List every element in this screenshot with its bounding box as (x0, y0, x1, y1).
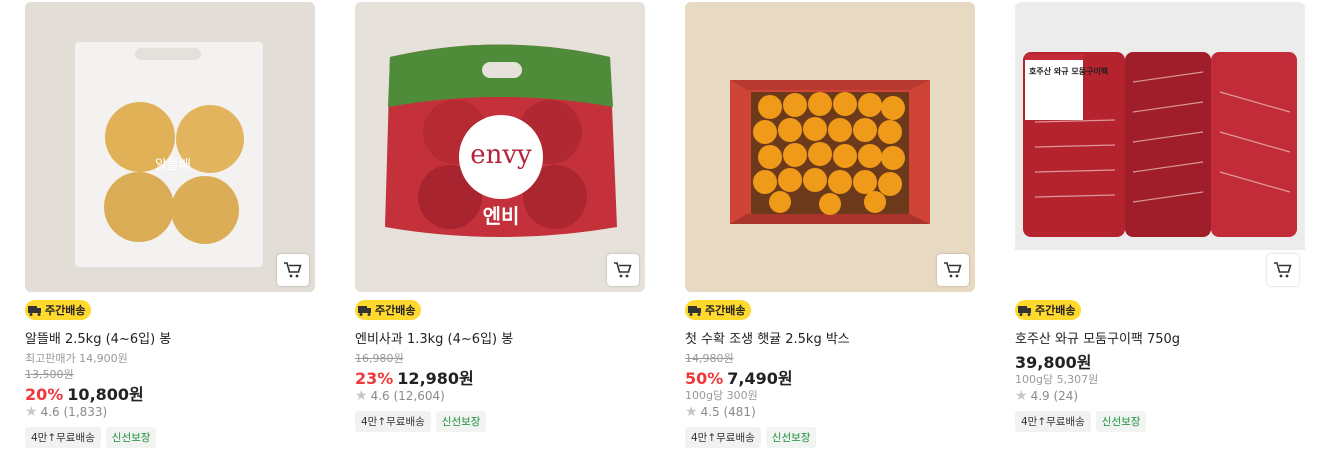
pear-bag-illustration: 알뜰배 (25, 2, 315, 292)
star-icon: ★ (1015, 388, 1028, 404)
max-price-label: 최고판매가 14,900원 (25, 352, 128, 365)
free-shipping-tag: 4만↑무료배송 (1015, 411, 1091, 432)
tag-list: 4만↑무료배송 신선보장 (685, 427, 817, 448)
weekly-delivery-badge: 주간배송 (355, 300, 422, 320)
fresh-guarantee-tag: 신선보장 (1095, 411, 1147, 432)
product-name[interactable]: 호주산 와규 모둠구이팩 750g (1015, 328, 1180, 347)
discount-rate: 23% (355, 369, 394, 388)
product-card[interactable]: 호주산 와규 모둠구이팩 주간배송 호주산 와규 모둠구이팩 750g 39,8… (1015, 2, 1306, 432)
original-price: 14,980원 (685, 352, 734, 365)
rating-value: 4.5 (700, 405, 720, 419)
weekly-delivery-badge: 주간배송 (685, 300, 752, 320)
badge-label: 주간배송 (375, 304, 416, 317)
star-icon: ★ (685, 404, 698, 420)
price-row: 20% 10,800원 (25, 381, 144, 405)
add-to-cart-button[interactable] (1267, 254, 1299, 286)
product-card[interactable]: envy 엔비 주간배송 엔비사과 1.3kg (4~6입) 봉 16,980원… (355, 2, 646, 432)
sale-price: 12,980원 (397, 369, 474, 388)
sale-price: 10,800원 (67, 385, 144, 404)
review-count: (1,833) (63, 405, 108, 419)
free-shipping-tag: 4만↑무료배송 (25, 427, 101, 448)
rating-value: 4.6 (40, 405, 60, 419)
rating: ★ 4.5 (481) (685, 405, 756, 419)
bag-label: 알뜰배 (155, 158, 191, 173)
star-icon: ★ (355, 388, 368, 404)
envy-logo: envy (470, 140, 532, 170)
discount-rate: 50% (685, 369, 724, 388)
review-count: (24) (1053, 389, 1079, 403)
free-shipping-tag: 4만↑무료배송 (355, 411, 431, 432)
product-image[interactable]: 호주산 와규 모둠구이팩 (1015, 2, 1305, 292)
add-to-cart-button[interactable] (937, 254, 969, 286)
fresh-guarantee-tag: 신선보장 (435, 411, 487, 432)
truck-icon (1018, 306, 1031, 316)
badge-label: 주간배송 (705, 304, 746, 317)
truck-icon (688, 306, 701, 316)
rating: ★ 4.6 (12,604) (355, 389, 445, 403)
pack-label: 호주산 와규 모둠구이팩 (1029, 66, 1108, 76)
sale-price: 7,490원 (727, 369, 793, 388)
rating-value: 4.9 (1030, 389, 1050, 403)
weekly-delivery-badge: 주간배송 (25, 300, 92, 320)
product-image[interactable] (685, 2, 975, 292)
original-price: 13,500원 (25, 368, 74, 381)
product-grid: 알뜰배 주간배송 알뜰배 2.5kg (4~6입) 봉 최고판매가 14,900… (0, 0, 1317, 463)
free-shipping-tag: 4만↑무료배송 (685, 427, 761, 448)
cart-icon (284, 262, 302, 278)
review-count: (12,604) (393, 389, 445, 403)
weekly-delivery-badge: 주간배송 (1015, 300, 1082, 320)
tag-list: 4만↑무료배송 신선보장 (355, 411, 487, 432)
truck-icon (358, 306, 371, 316)
unit-price: 100g당 300원 (685, 389, 758, 402)
beef-pack-illustration: 호주산 와규 모둠구이팩 (1015, 2, 1305, 292)
rating: ★ 4.6 (1,833) (25, 405, 107, 419)
sale-price: 39,800원 (1015, 353, 1092, 372)
price-row: 50% 7,490원 (685, 365, 793, 389)
discount-rate: 20% (25, 385, 64, 404)
bag-sub-label: 엔비 (483, 204, 520, 228)
cart-icon (944, 262, 962, 278)
add-to-cart-button[interactable] (607, 254, 639, 286)
rating-value: 4.6 (370, 389, 390, 403)
star-icon: ★ (25, 404, 38, 420)
fresh-guarantee-tag: 신선보장 (105, 427, 157, 448)
product-image[interactable]: envy 엔비 (355, 2, 645, 292)
product-name[interactable]: 첫 수확 조생 햇귤 2.5kg 박스 (685, 328, 850, 347)
price-row: 23% 12,980원 (355, 365, 474, 389)
fresh-guarantee-tag: 신선보장 (765, 427, 817, 448)
product-card[interactable]: 주간배송 첫 수확 조생 햇귤 2.5kg 박스 14,980원 50% 7,49… (685, 2, 976, 448)
truck-icon (28, 306, 41, 316)
add-to-cart-button[interactable] (277, 254, 309, 286)
rating: ★ 4.9 (24) (1015, 389, 1078, 403)
product-card[interactable]: 알뜰배 주간배송 알뜰배 2.5kg (4~6입) 봉 최고판매가 14,900… (25, 2, 316, 448)
apple-bag-illustration: envy 엔비 (355, 2, 645, 292)
badge-label: 주간배송 (1035, 304, 1076, 317)
tag-list: 4만↑무료배송 신선보장 (25, 427, 157, 448)
badge-label: 주간배송 (45, 304, 86, 317)
product-name[interactable]: 엔비사과 1.3kg (4~6입) 봉 (355, 328, 513, 347)
product-image[interactable]: 알뜰배 (25, 2, 315, 292)
cart-icon (614, 262, 632, 278)
tag-list: 4만↑무료배송 신선보장 (1015, 411, 1147, 432)
unit-price: 100g당 5,307원 (1015, 373, 1099, 386)
cart-icon (1274, 262, 1292, 278)
price-row: 39,800원 (1015, 349, 1091, 373)
product-name[interactable]: 알뜰배 2.5kg (4~6입) 봉 (25, 328, 171, 347)
original-price: 16,980원 (355, 352, 404, 365)
tangerine-box-illustration (685, 2, 975, 292)
review-count: (481) (723, 405, 756, 419)
